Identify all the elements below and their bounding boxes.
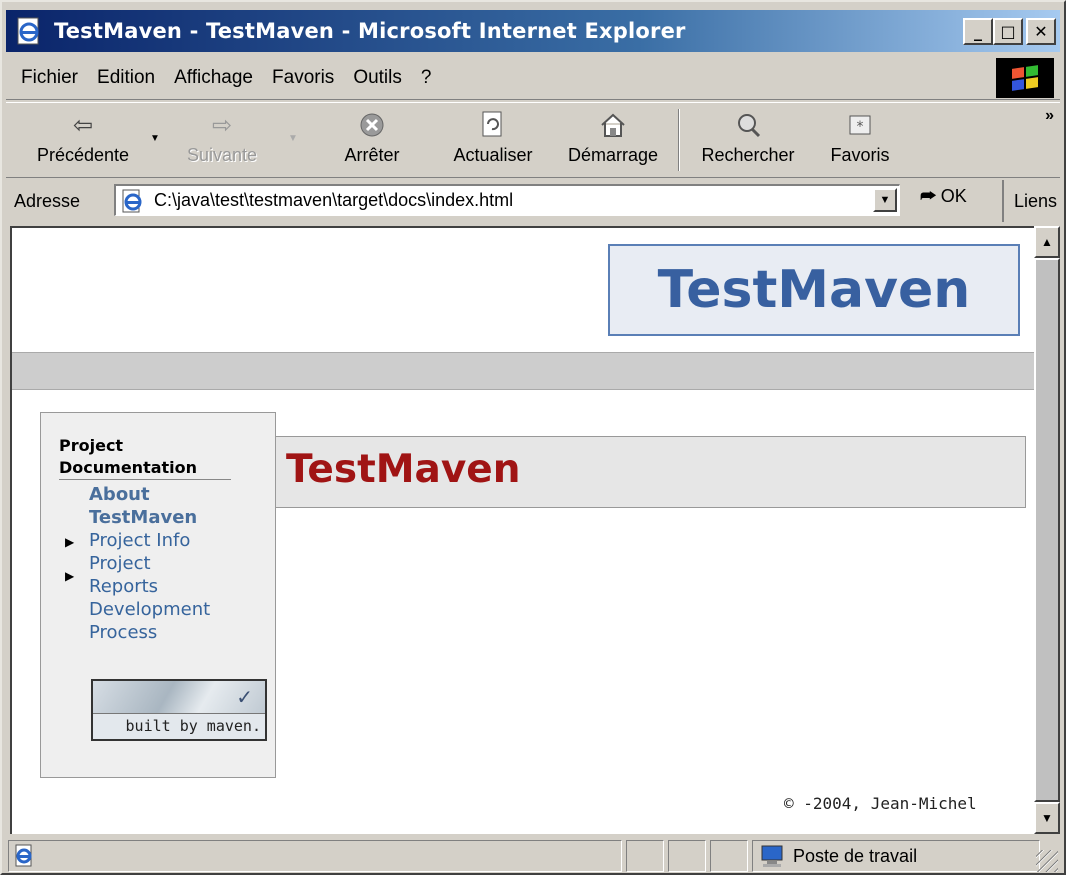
menu-affichage[interactable]: Affichage: [174, 67, 253, 89]
maximize-button[interactable]: □: [993, 18, 1023, 45]
search-icon: [733, 107, 763, 143]
browser-window: TestMaven - TestMaven - Microsoft Intern…: [0, 0, 1066, 875]
nav-heading: Project Documentation: [59, 435, 231, 480]
menu-outils[interactable]: Outils: [353, 67, 402, 89]
refresh-button[interactable]: Actualiser: [438, 107, 548, 175]
nav-item-development-process[interactable]: Development Process: [89, 598, 239, 644]
title-bar[interactable]: TestMaven - TestMaven - Microsoft Intern…: [6, 10, 1060, 52]
menu-help[interactable]: ?: [421, 67, 432, 89]
go-label: OK: [940, 186, 967, 206]
ie-page-icon: [15, 844, 32, 867]
links-label: Liens: [1014, 190, 1058, 211]
links-button[interactable]: Liens: [1002, 180, 1057, 222]
windows-logo-icon: [996, 58, 1054, 98]
expand-arrow-icon[interactable]: ▶: [65, 569, 74, 583]
menu-bar: Fichier Edition Affichage Favoris Outils…: [6, 56, 1060, 100]
address-label: Adresse: [14, 190, 81, 211]
back-button[interactable]: ⇦ Précédente: [18, 107, 148, 175]
stop-label: Arrêter: [344, 145, 400, 165]
toolbar-more-icon[interactable]: »: [1045, 107, 1054, 125]
status-cell: [668, 840, 706, 872]
toolbar-separator: [678, 109, 680, 171]
address-input[interactable]: C:\java\test\testmaven\target\docs\index…: [114, 184, 900, 216]
close-button[interactable]: ✕: [1026, 18, 1056, 45]
back-arrow-icon: ⇦: [72, 111, 94, 139]
breadcrumb-bar: [12, 352, 1034, 390]
status-cell: [710, 840, 748, 872]
forward-dropdown-icon[interactable]: ▼: [288, 133, 298, 144]
address-dropdown-icon[interactable]: ▼: [873, 188, 897, 212]
favorites-button[interactable]: * Favoris: [820, 107, 900, 175]
refresh-icon: [480, 107, 506, 143]
left-navigation: Project Documentation About TestMaven ▶ …: [40, 412, 276, 778]
search-button[interactable]: Rechercher: [688, 107, 808, 175]
favorites-icon: *: [847, 107, 873, 143]
nav-item-about[interactable]: About TestMaven: [89, 483, 229, 529]
site-banner[interactable]: TestMaven: [608, 244, 1020, 336]
nav-item-project-reports[interactable]: Project Reports: [89, 552, 199, 598]
favorites-label: Favoris: [830, 145, 890, 165]
status-message-cell: [8, 840, 622, 872]
stop-icon: [358, 107, 386, 143]
stop-button[interactable]: Arrêter: [328, 107, 416, 175]
section-title: TestMaven: [286, 447, 521, 492]
window-controls: _ □ ✕: [963, 18, 1056, 45]
section-header: TestMaven: [276, 436, 1026, 508]
go-arrow-icon: ⮫: [920, 186, 937, 206]
search-label: Rechercher: [701, 145, 795, 165]
ie-page-icon: [17, 17, 39, 45]
security-zone-label: Poste de travail: [793, 845, 918, 866]
menu-edition[interactable]: Edition: [97, 67, 155, 89]
window-title: TestMaven - TestMaven - Microsoft Intern…: [54, 19, 686, 43]
scroll-up-icon[interactable]: ▲: [1034, 226, 1060, 258]
back-label: Précédente: [36, 145, 130, 165]
home-label: Démarrage: [567, 145, 659, 165]
forward-label: Suivante: [186, 145, 258, 165]
home-icon: [598, 107, 628, 143]
ie-page-icon: [122, 189, 142, 212]
refresh-label: Actualiser: [453, 145, 533, 165]
status-bar: Poste de travail: [6, 838, 1060, 874]
built-by-label: built by maven.: [93, 713, 265, 739]
vertical-scrollbar[interactable]: ▲ ▼: [1034, 226, 1060, 834]
menu-fichier[interactable]: Fichier: [21, 67, 78, 89]
security-zone-cell: Poste de travail: [752, 840, 1040, 872]
scroll-thumb[interactable]: [1034, 258, 1060, 802]
minimize-button[interactable]: _: [963, 18, 993, 45]
address-url: C:\java\test\testmaven\target\docs\index…: [154, 190, 514, 210]
forward-button[interactable]: ⇨ Suivante: [172, 107, 272, 175]
built-by-maven-logo[interactable]: ✓ built by maven.: [91, 679, 267, 741]
page-viewport[interactable]: TestMaven Project Documentation About Te…: [10, 226, 1034, 834]
nav-item-project-info[interactable]: Project Info: [89, 529, 190, 552]
copyright-footer: © -2004, Jean-Michel: [784, 794, 977, 813]
svg-text:*: *: [857, 119, 864, 135]
address-bar: Adresse C:\java\test\testmaven\target\do…: [6, 180, 1060, 222]
banner-title: TestMaven: [657, 260, 971, 320]
menu-favoris[interactable]: Favoris: [272, 67, 334, 89]
status-cell: [626, 840, 664, 872]
back-dropdown-icon[interactable]: ▼: [150, 133, 160, 144]
scroll-down-icon[interactable]: ▼: [1034, 802, 1060, 834]
home-button[interactable]: Démarrage: [558, 107, 668, 175]
forward-arrow-icon: ⇨: [211, 111, 233, 139]
resize-grip-icon[interactable]: [1036, 850, 1058, 872]
computer-icon: [761, 845, 783, 867]
expand-arrow-icon[interactable]: ▶: [65, 535, 74, 549]
standard-toolbar: ⇦ Précédente ▼ ⇨ Suivante ▼ Arrêter Actu…: [6, 102, 1060, 178]
go-button[interactable]: ⮫ OK: [920, 186, 967, 207]
maven-check-icon: ✓: [236, 685, 253, 709]
